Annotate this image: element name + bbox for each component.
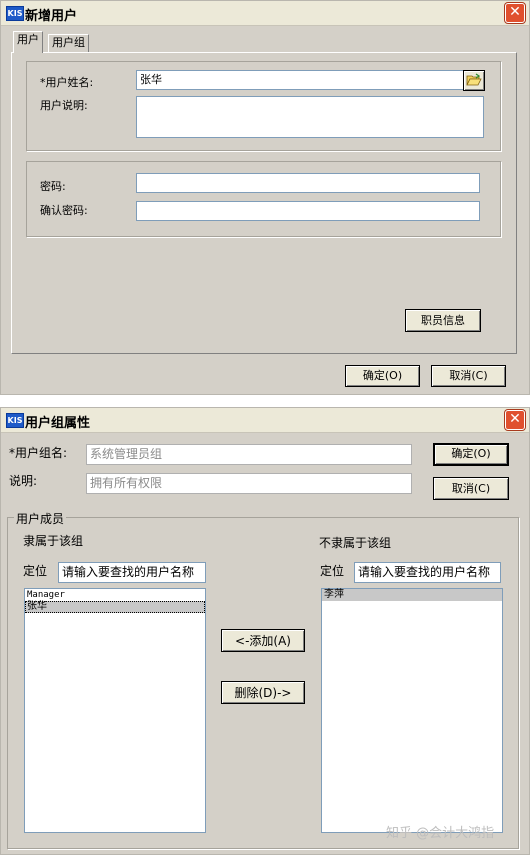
add-user-titlebar[interactable]: KIS 新增用户 ✕ — [1, 1, 529, 26]
members-group-label: 用户成员 — [14, 510, 67, 527]
not-in-group-locate-label: 定位 — [320, 564, 345, 578]
group-name-label: *用户组名: — [9, 446, 68, 460]
cancel-button[interactable]: 取消(C) — [433, 477, 509, 500]
tab-user[interactable]: 用户 — [13, 31, 43, 53]
close-button[interactable]: ✕ — [505, 3, 525, 23]
group-dialog-titlebar[interactable]: KIS 用户组属性 ✕ — [1, 408, 529, 433]
app-logo-icon: KIS — [6, 413, 24, 428]
list-item[interactable]: Manager — [25, 589, 205, 601]
close-button[interactable]: ✕ — [505, 410, 525, 430]
in-group-locate-label: 定位 — [23, 564, 48, 578]
not-in-group-search-input[interactable]: 请输入要查找的用户名称 — [354, 562, 501, 583]
user-group-properties-dialog: KIS 用户组属性 ✕ *用户组名: 系统管理员组 说明: 拥有所有权限 确定(… — [0, 407, 530, 855]
username-label: *用户姓名: — [40, 76, 94, 89]
add-user-dialog: KIS 新增用户 ✕ 用户 用户组 *用户姓名: 张华 用户说明: 密码: 确认… — [0, 0, 530, 395]
password-label: 密码: — [40, 180, 66, 193]
add-button[interactable]: <-添加(A) — [221, 629, 305, 652]
tab-user-group[interactable]: 用户组 — [48, 34, 89, 52]
watermark: 知乎 @会计大鸿指 — [386, 826, 495, 841]
not-in-group-listbox[interactable]: 李萍 — [321, 588, 503, 833]
ok-button[interactable]: 确定(O) — [345, 365, 420, 387]
dialog-title: 新增用户 — [25, 9, 78, 24]
in-group-listbox[interactable]: Manager 张华 — [24, 588, 206, 833]
username-input[interactable]: 张华 — [136, 70, 464, 90]
password-input[interactable] — [136, 173, 480, 193]
staff-info-button[interactable]: 职员信息 — [405, 309, 481, 332]
in-group-search-input[interactable]: 请输入要查找的用户名称 — [58, 562, 206, 583]
description-textarea[interactable] — [136, 96, 484, 138]
in-group-heading: 隶属于该组 — [23, 534, 84, 548]
confirm-password-input[interactable] — [136, 201, 480, 221]
cancel-button[interactable]: 取消(C) — [431, 365, 506, 387]
not-in-group-heading: 不隶属于该组 — [319, 536, 392, 550]
tab-label: 用户组 — [52, 36, 85, 49]
ok-button[interactable]: 确定(O) — [433, 443, 509, 466]
remove-button[interactable]: 删除(D)-> — [221, 681, 305, 704]
group-name-input[interactable]: 系统管理员组 — [86, 444, 412, 465]
confirm-password-label: 确认密码: — [40, 204, 88, 217]
list-item[interactable]: 张华 — [25, 601, 205, 613]
user-tab-panel: *用户姓名: 张华 用户说明: 密码: 确认密码: 职员信息 — [11, 52, 517, 354]
list-item[interactable]: 李萍 — [322, 589, 502, 601]
folder-open-icon — [466, 73, 482, 86]
browse-button[interactable] — [463, 70, 485, 91]
dialog-title: 用户组属性 — [25, 416, 91, 431]
group-description-input[interactable]: 拥有所有权限 — [86, 473, 412, 494]
tab-label: 用户 — [17, 33, 39, 46]
group-description-label: 说明: — [9, 474, 38, 488]
app-logo-icon: KIS — [6, 6, 24, 21]
description-label: 用户说明: — [40, 99, 88, 112]
